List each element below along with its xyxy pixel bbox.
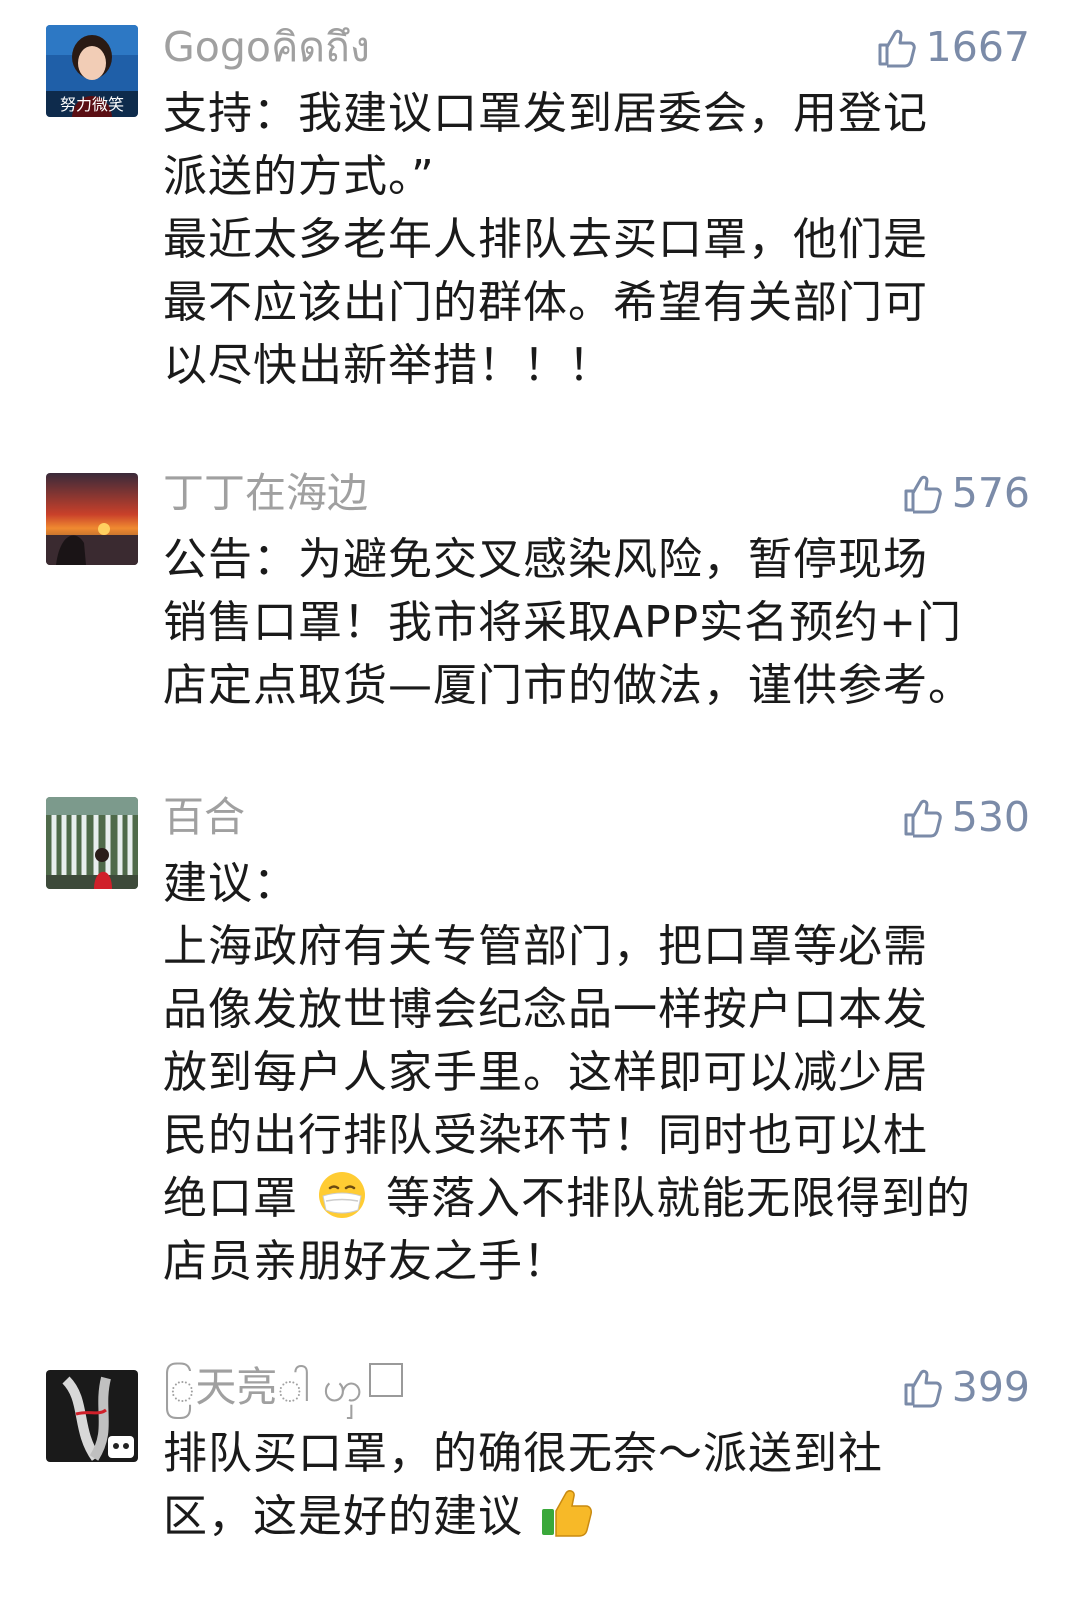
- comment-line: 建议：: [163, 858, 298, 909]
- comment-item: ြ天亮ါ ၯ 399 排队买口罩，的确很无奈～派送到社 区，这是好的建议: [0, 1320, 1080, 1612]
- comment-line: 销售口罩！我市将采取APP实名预约+门: [163, 597, 963, 648]
- thumbs-up-outline-icon: [900, 1365, 944, 1409]
- comment-line-part: 绝口罩: [163, 1173, 298, 1224]
- comment-line: 最近太多老年人排队去买口罩，他们是: [163, 214, 928, 265]
- comment-line: 区，这是好的建议: [163, 1485, 1043, 1548]
- comment-line: 以尽快出新举措！！！: [163, 340, 613, 391]
- thumbs-up-emoji: [538, 1487, 596, 1539]
- comment-item: 百合 530 建议： 上海政府有关专管部门，把口罩等必需 品像发放世博会纪念品一…: [0, 760, 1080, 1320]
- comment-line: 公告：为避免交叉感染风险，暂停现场: [163, 534, 928, 585]
- comment-line: 排队买口罩，的确很无奈～派送到社: [163, 1428, 883, 1479]
- avatar-image: [46, 473, 138, 565]
- like-count: 399: [951, 1363, 1030, 1411]
- comment-line: 上海政府有关专管部门，把口罩等必需: [163, 921, 928, 972]
- like-count: 576: [951, 469, 1030, 517]
- avatar[interactable]: 努力微笑: [46, 25, 138, 117]
- comment-text: 公告：为避免交叉感染风险，暂停现场 销售口罩！我市将采取APP实名预约+门 店定…: [163, 528, 1043, 717]
- comment-username[interactable]: 丁丁在海边: [163, 468, 368, 518]
- comment-item: 丁丁在海边 576 公告：为避免交叉感染风险，暂停现场 销售口罩！我市将采取AP…: [0, 440, 1080, 760]
- comment-line: 店员亲朋好友之手！: [163, 1236, 568, 1287]
- thumbs-up-outline-icon: [900, 795, 944, 839]
- comment-line: 店定点取货—厦门市的做法，谨供参考。: [163, 660, 973, 711]
- avatar[interactable]: [46, 797, 138, 889]
- comment-line: 民的出行排队受染环节！同时也可以杜: [163, 1110, 928, 1161]
- avatar-image: [46, 797, 138, 889]
- comment-line: 放到每户人家手里。这样即可以减少居: [163, 1047, 928, 1098]
- comment-line: 绝口罩 等落入不排队就能无限得到的: [163, 1167, 1043, 1230]
- like-button[interactable]: 1667: [874, 22, 1030, 72]
- comment-text: 排队买口罩，的确很无奈～派送到社 区，这是好的建议: [163, 1422, 1043, 1548]
- like-count: 530: [951, 793, 1030, 841]
- avatar-image: 努力微笑: [46, 25, 138, 117]
- comment-username[interactable]: ြ天亮ါ ၯ: [163, 1362, 404, 1412]
- comment-text: 建议： 上海政府有关专管部门，把口罩等必需 品像发放世博会纪念品一样按户口本发 …: [163, 852, 1043, 1293]
- thumbs-up-outline-icon: [900, 471, 944, 515]
- avatar[interactable]: [46, 1370, 138, 1462]
- comment-line-part: 等落入不排队就能无限得到的: [386, 1173, 971, 1224]
- avatar-image: [46, 1370, 138, 1462]
- comment-line: 支持：我建议口罩发到居委会，用登记: [163, 88, 928, 139]
- square-box-icon: [369, 1363, 404, 1397]
- comment-line: 派送的方式。”: [163, 151, 435, 202]
- avatar[interactable]: [46, 473, 138, 565]
- like-button[interactable]: 530: [900, 792, 1030, 842]
- comment-item: 努力微笑 Gogoคิดถึง 1667 支持：我建议口罩发到居委会，用登记 派…: [0, 0, 1080, 440]
- comment-text: 支持：我建议口罩发到居委会，用登记 派送的方式。” 最近太多老年人排队去买口罩，…: [163, 82, 1043, 397]
- comment-line: 最不应该出门的群体。希望有关部门可: [163, 277, 928, 328]
- comment-line: 品像发放世博会纪念品一样按户口本发: [163, 984, 928, 1035]
- comment-username[interactable]: 百合: [163, 792, 245, 842]
- comment-username[interactable]: Gogoคิดถึง: [163, 22, 370, 72]
- avatar-caption: 努力微笑: [60, 95, 124, 114]
- like-button[interactable]: 399: [900, 1362, 1030, 1412]
- mask-face-emoji: [313, 1169, 371, 1221]
- like-button[interactable]: 576: [900, 468, 1030, 518]
- comment-line-part: 区，这是好的建议: [163, 1491, 523, 1542]
- thumbs-up-outline-icon: [874, 25, 918, 69]
- like-count: 1667: [925, 23, 1030, 71]
- comment-username-text: ြ天亮ါ ၯ: [163, 1363, 364, 1411]
